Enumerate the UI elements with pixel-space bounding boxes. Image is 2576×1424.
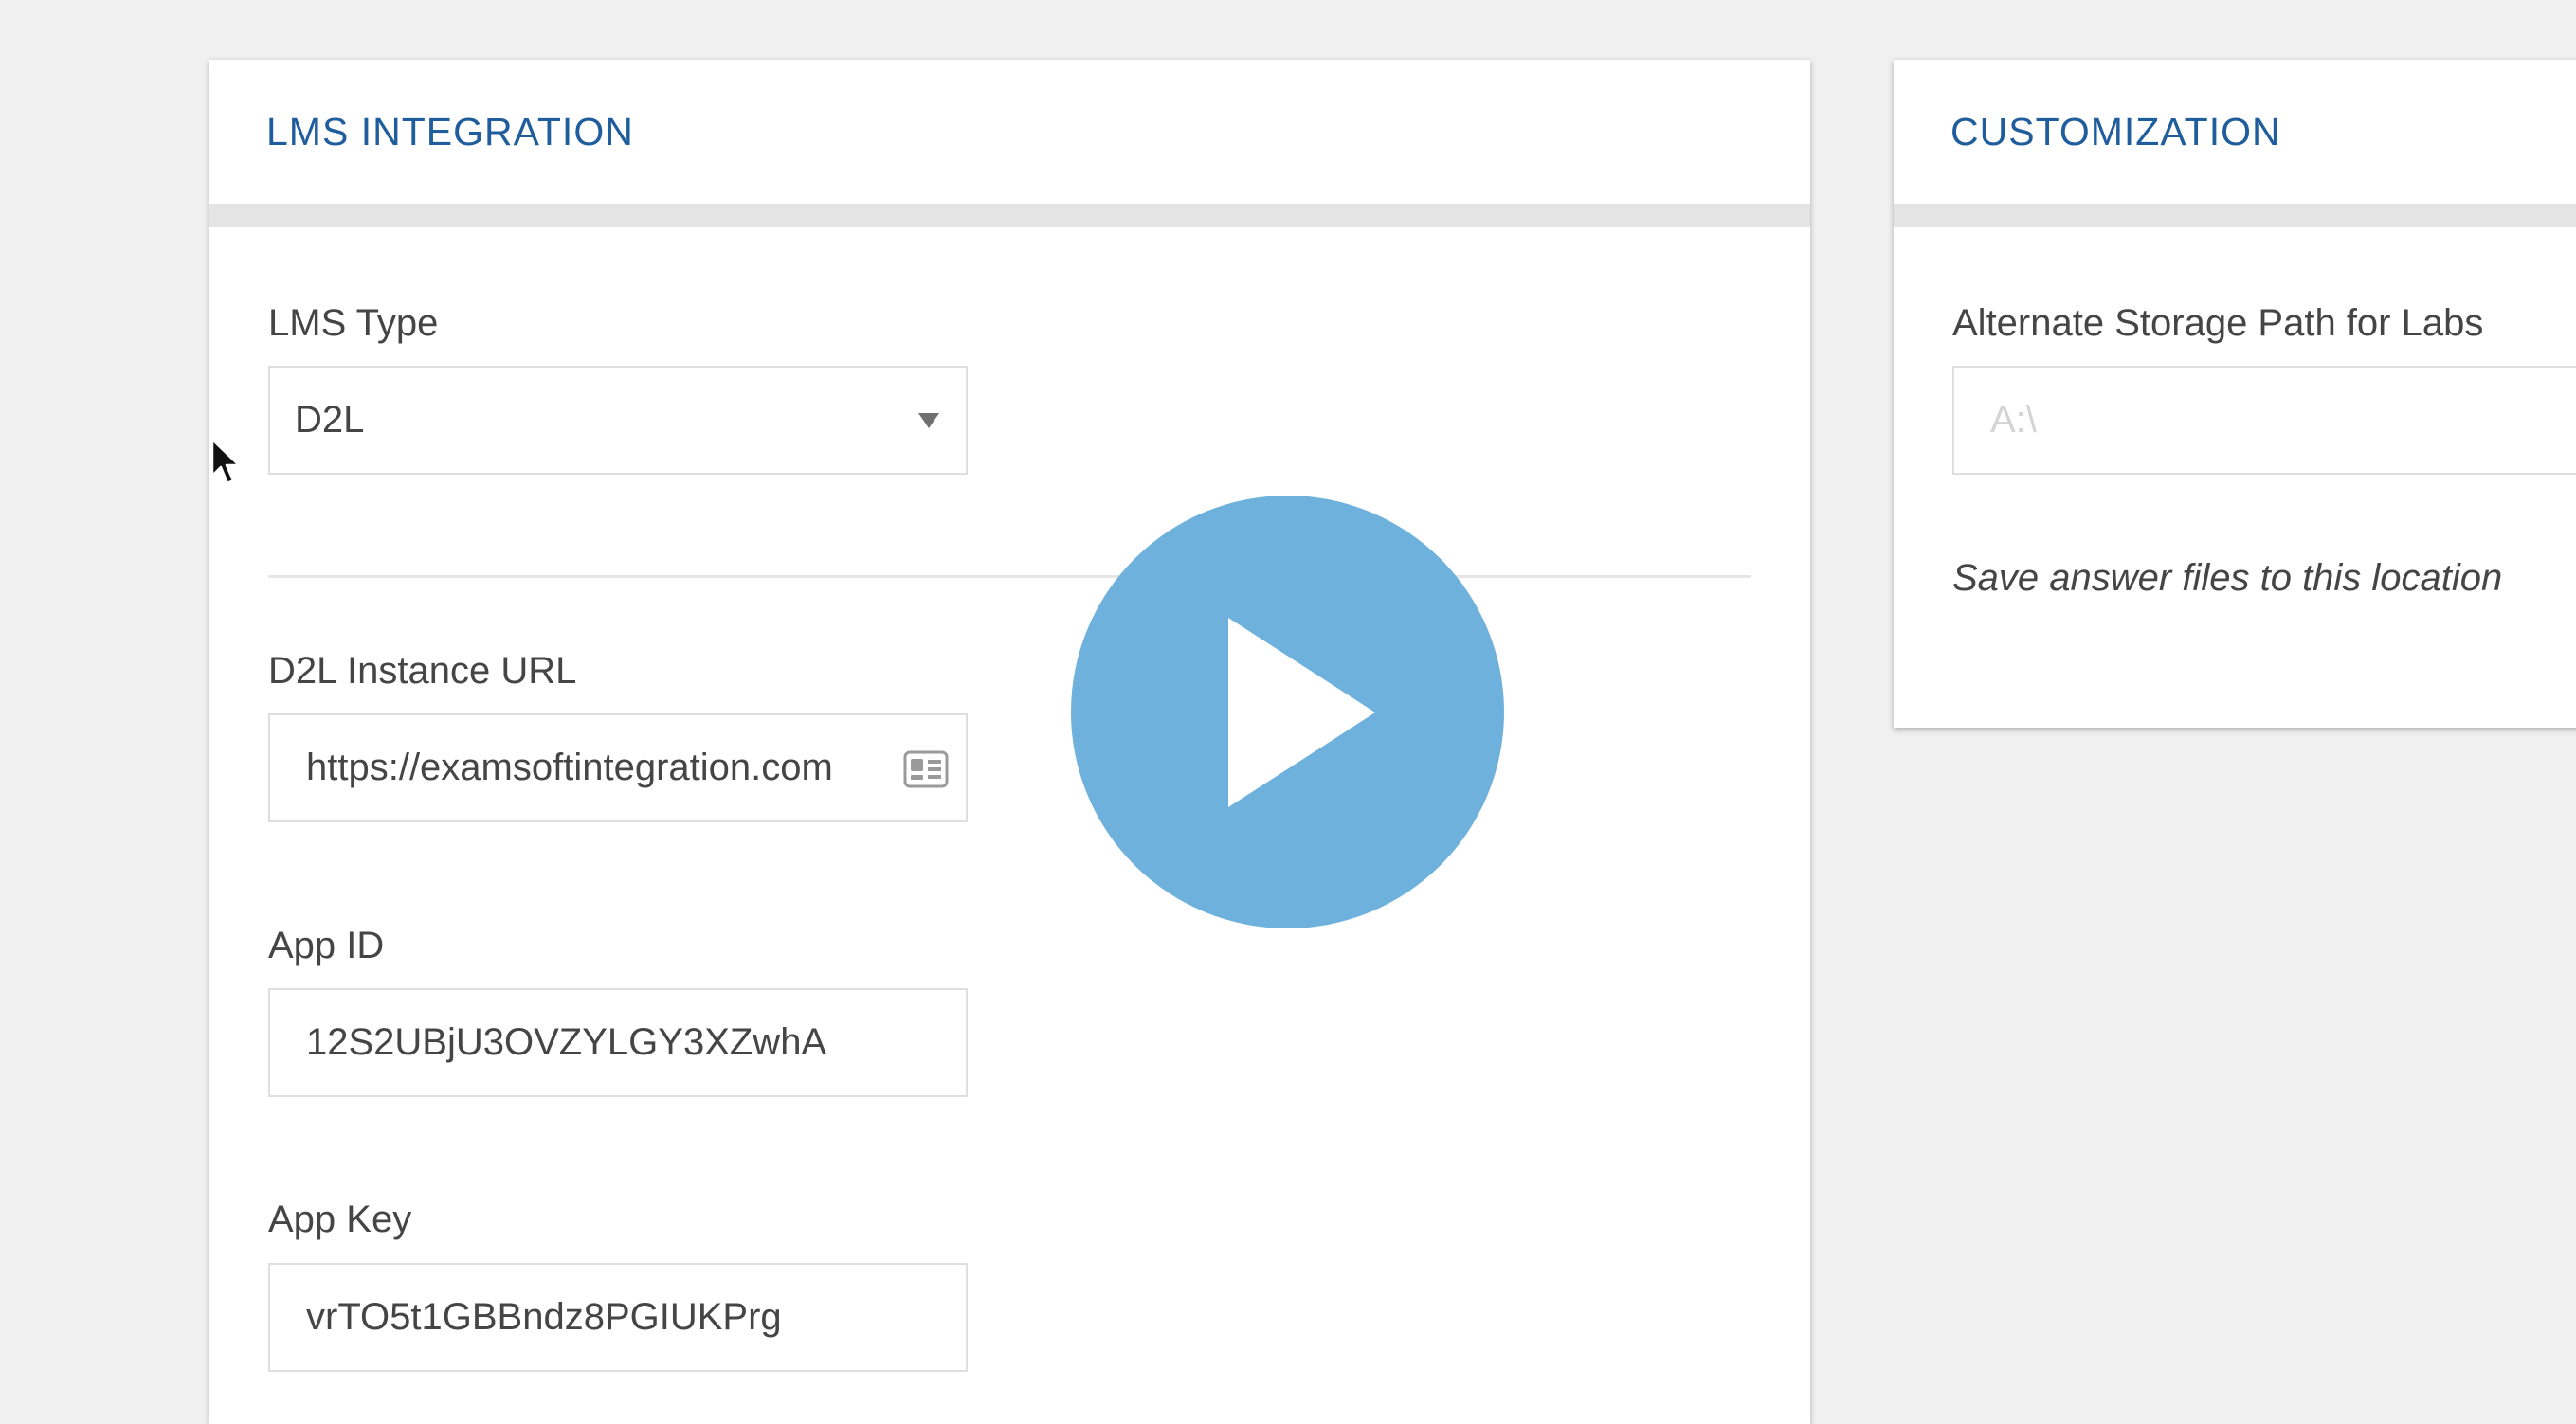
lms-type-select[interactable]: D2L (268, 366, 968, 475)
storage-path-placeholder: A:\ (1990, 399, 2037, 441)
lms-integration-title: LMS INTEGRATION (209, 60, 1810, 204)
storage-path-label: Alternate Storage Path for Labs (1952, 302, 2484, 344)
app-key-label: App Key (268, 1199, 412, 1240)
play-icon (1227, 617, 1375, 807)
lms-integration-panel: LMS INTEGRATION LMS Type D2L D2L Instanc… (209, 60, 1810, 1424)
app-id-value: 12S2UBjU3OVZYLGY3XZwhA (306, 1021, 827, 1063)
section-divider (268, 575, 1751, 578)
lms-integration-title-text: LMS INTEGRATION (266, 109, 634, 153)
customization-title-text: CUSTOMIZATION (1950, 109, 2281, 153)
instance-url-value: https://examsoftintegration.com (306, 747, 833, 788)
app-key-value: vrTO5t1GBBndz8PGIUKPrg (306, 1296, 782, 1338)
video-play-button[interactable] (1071, 496, 1504, 928)
lms-type-label: LMS Type (268, 302, 439, 344)
contact-card-icon[interactable] (903, 750, 949, 788)
chevron-down-icon (918, 412, 939, 428)
instance-url-label: D2L Instance URL (268, 650, 577, 692)
panel-header-band (209, 204, 1810, 227)
app-id-input[interactable]: 12S2UBjU3OVZYLGY3XZwhA (268, 988, 968, 1097)
app-id-label: App ID (268, 925, 385, 966)
customization-title: CUSTOMIZATION (1894, 60, 2576, 204)
customization-panel: CUSTOMIZATION Alternate Storage Path for… (1894, 60, 2576, 728)
app-key-input[interactable]: vrTO5t1GBBndz8PGIUKPrg (268, 1263, 968, 1372)
lms-type-selected-value: D2L (295, 399, 365, 441)
storage-path-input[interactable]: A:\ (1952, 366, 2576, 475)
instance-url-input[interactable]: https://examsoftintegration.com (268, 713, 968, 822)
mouse-pointer-icon (210, 438, 243, 494)
panel-header-band (1894, 204, 2576, 227)
storage-path-help-text: Save answer files to this location (1952, 557, 2503, 599)
